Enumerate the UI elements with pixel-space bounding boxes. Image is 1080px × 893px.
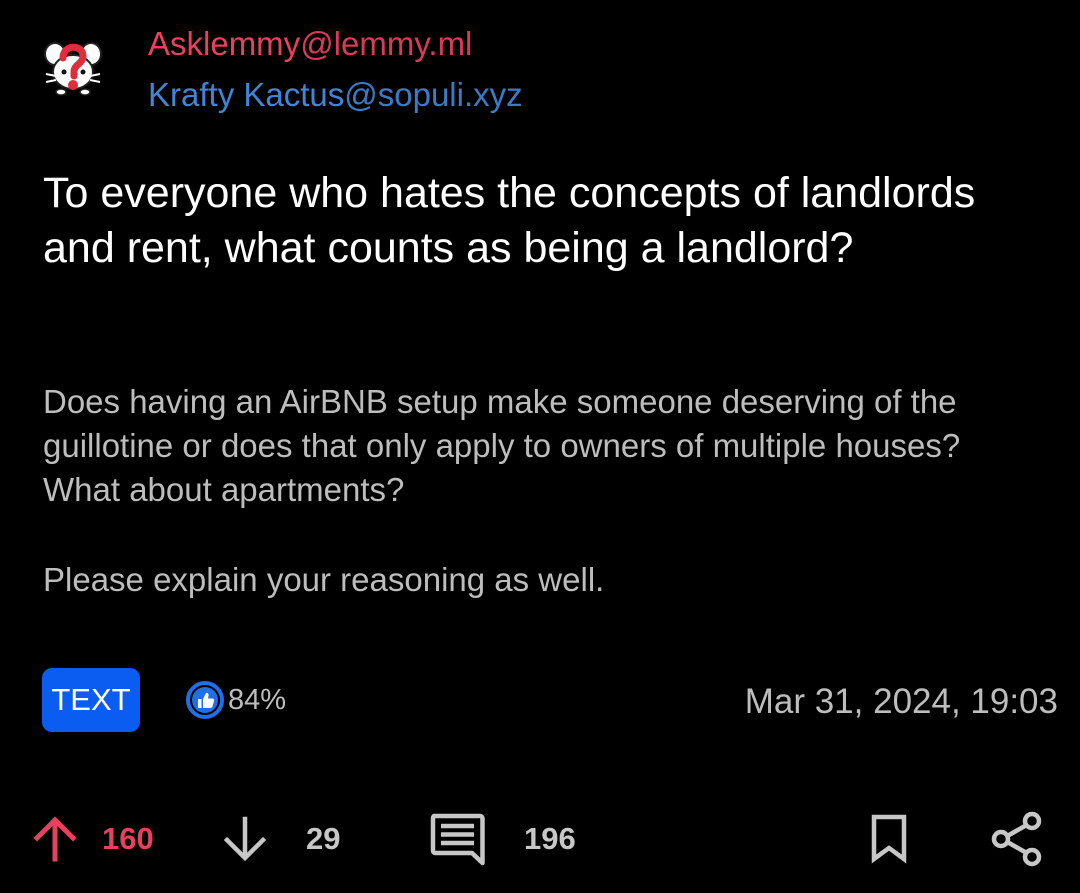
thumbs-up-icon bbox=[186, 681, 224, 719]
bookmark-icon bbox=[871, 814, 907, 864]
comment-icon bbox=[430, 813, 485, 866]
community-avatar[interactable] bbox=[42, 36, 104, 98]
post-title: To everyone who hates the concepts of la… bbox=[43, 169, 976, 272]
downvote-count: 29 bbox=[306, 821, 341, 856]
share-icon bbox=[991, 811, 1042, 867]
upvote-ratio: 84% bbox=[185, 680, 286, 720]
post-type-badge: TEXT bbox=[42, 668, 140, 732]
author-host: @sopuli.xyz bbox=[344, 76, 523, 113]
author-name: Krafty Kactus bbox=[148, 76, 345, 113]
arrow-down-icon bbox=[223, 816, 267, 862]
post-body: Does having an AirBNB setup make someone… bbox=[43, 380, 1043, 648]
arrow-up-icon bbox=[33, 816, 77, 862]
asklemmy-logo-icon bbox=[44, 42, 102, 96]
downvote-button[interactable]: 29 bbox=[222, 808, 340, 870]
upvote-ratio-value: 84% bbox=[228, 683, 287, 716]
post-body-paragraph: Please explain your reasoning as well. bbox=[43, 561, 605, 598]
community-host: @lemmy.ml bbox=[300, 25, 473, 62]
post-timestamp: Mar 31, 2024, 19:03 bbox=[744, 682, 1058, 721]
author-link[interactable]: Krafty Kactus@sopuli.xyz bbox=[148, 73, 523, 117]
comment-count: 196 bbox=[524, 821, 576, 856]
bookmark-button[interactable] bbox=[866, 808, 912, 870]
community-name: Asklemmy bbox=[148, 25, 301, 62]
community-link[interactable]: Asklemmy@lemmy.ml bbox=[148, 22, 472, 66]
share-button[interactable] bbox=[988, 808, 1046, 870]
upvote-count: 160 bbox=[102, 821, 154, 856]
post-body-paragraph: Does having an AirBNB setup make someone… bbox=[43, 383, 961, 508]
upvote-button[interactable]: 160 bbox=[32, 808, 154, 870]
comments-button[interactable]: 196 bbox=[428, 808, 576, 870]
